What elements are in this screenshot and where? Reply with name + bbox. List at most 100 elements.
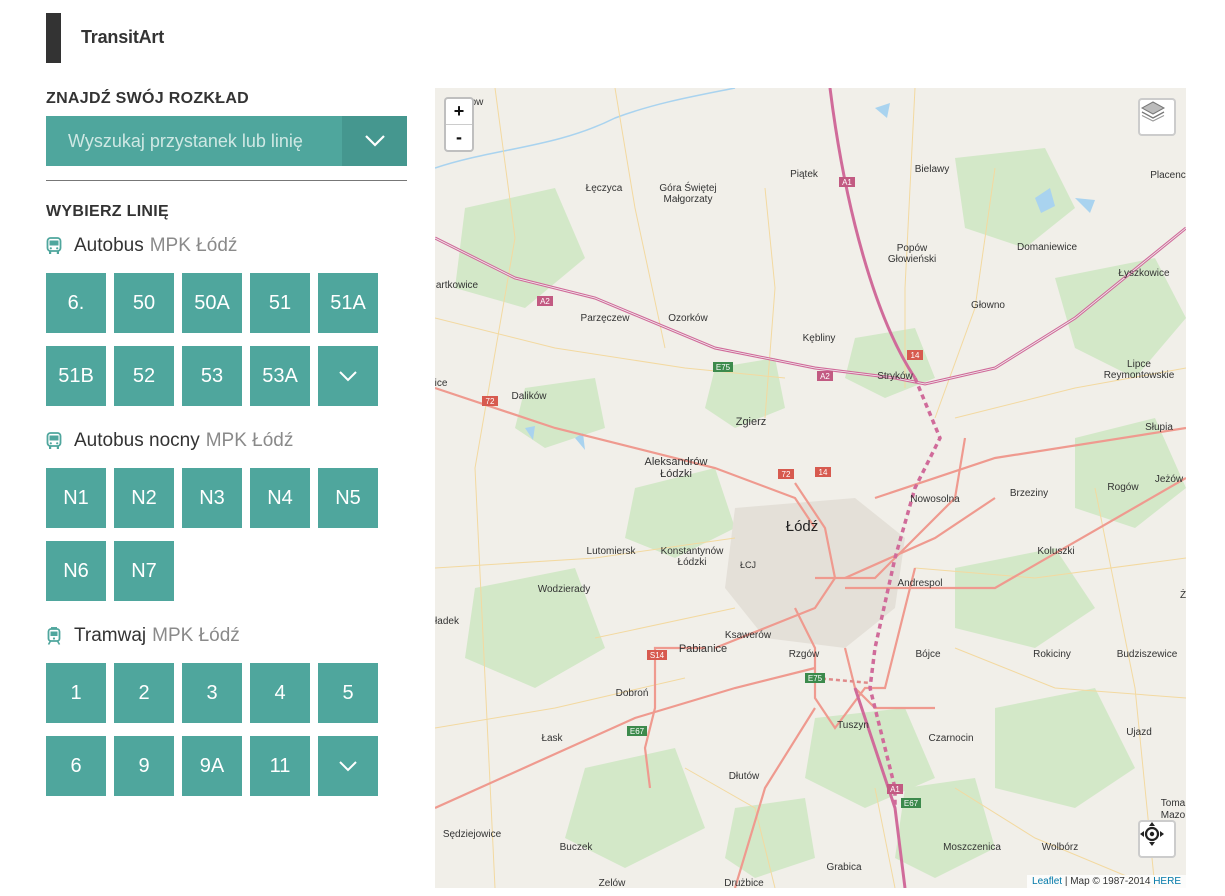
locate-button[interactable] bbox=[1138, 820, 1176, 858]
app-title[interactable]: TransitArt bbox=[81, 27, 164, 48]
map-label: Buczek bbox=[560, 842, 594, 853]
line-button[interactable]: N2 bbox=[114, 468, 174, 528]
map-label: Stryków bbox=[877, 371, 913, 382]
divider bbox=[46, 180, 407, 181]
map-label: Nowosolna bbox=[910, 494, 960, 505]
line-button[interactable]: 53A bbox=[250, 346, 310, 406]
line-button[interactable]: 11 bbox=[250, 736, 310, 796]
road-shield-label: A2 bbox=[540, 297, 550, 306]
line-button[interactable]: 51A bbox=[318, 273, 378, 333]
sidebar: ZNAJDŹ SWÓJ ROZKŁAD WYBIERZ LINIĘ Autobu… bbox=[46, 90, 407, 796]
line-button[interactable]: 6. bbox=[46, 273, 106, 333]
chevron-down-icon bbox=[364, 135, 385, 147]
line-button[interactable]: N6 bbox=[46, 541, 106, 601]
map-label: Łask bbox=[541, 733, 563, 744]
layers-button[interactable] bbox=[1138, 98, 1176, 136]
line-button[interactable]: 9A bbox=[182, 736, 242, 796]
map-label: Aleksandrów bbox=[645, 456, 708, 468]
map-label: Pabianice bbox=[679, 643, 727, 655]
map-label: Grabica bbox=[826, 862, 861, 873]
attribution-text: | Map © 1987-2014 bbox=[1062, 876, 1154, 887]
line-button[interactable]: 51 bbox=[250, 273, 310, 333]
road-shield-label: A1 bbox=[842, 178, 852, 187]
map-label: ładek bbox=[435, 616, 460, 627]
line-button[interactable]: 4 bbox=[250, 663, 310, 723]
map-label: Ż bbox=[1180, 588, 1186, 601]
map-label: Budziszewice bbox=[1117, 649, 1178, 660]
line-button[interactable]: 1 bbox=[46, 663, 106, 723]
here-link[interactable]: HERE bbox=[1153, 876, 1181, 887]
line-button[interactable]: 6 bbox=[46, 736, 106, 796]
stop-search bbox=[46, 116, 407, 166]
leaflet-link[interactable]: Leaflet bbox=[1032, 876, 1062, 887]
line-button[interactable]: N5 bbox=[318, 468, 378, 528]
map-label: Bielawy bbox=[915, 164, 949, 175]
line-button[interactable]: 53 bbox=[182, 346, 242, 406]
map-label-lodz: Łódź bbox=[786, 518, 819, 535]
road-shield-label: E67 bbox=[630, 727, 645, 736]
map-label: Piątek bbox=[790, 169, 819, 180]
line-button[interactable]: N4 bbox=[250, 468, 310, 528]
map-label: Andrespol bbox=[897, 578, 942, 589]
group-operator-label: MPK Łódź bbox=[149, 235, 238, 256]
map-label: Parzęczew bbox=[581, 313, 631, 324]
stop-search-input[interactable] bbox=[46, 116, 342, 166]
map-label: Wolbórz bbox=[1042, 842, 1079, 853]
search-section-title: ZNAJDŹ SWÓJ ROZKŁAD bbox=[46, 90, 250, 107]
zoom-in-button[interactable]: + bbox=[446, 99, 472, 125]
map-label: Słupia bbox=[1145, 422, 1173, 433]
road-shield-label: E75 bbox=[716, 363, 731, 372]
road-shield-label: 72 bbox=[486, 397, 495, 406]
crosshair-icon bbox=[1140, 822, 1164, 846]
road-shield-label: E67 bbox=[904, 799, 919, 808]
map-label: Małgorzaty bbox=[664, 194, 713, 205]
map-label: Góra Świętej bbox=[659, 181, 716, 194]
line-button[interactable]: 2 bbox=[114, 663, 174, 723]
line-button[interactable]: N3 bbox=[182, 468, 242, 528]
map-label: Zgierz bbox=[736, 416, 767, 428]
zoom-out-button[interactable]: - bbox=[446, 125, 472, 150]
map-label: Rogów bbox=[1107, 482, 1139, 493]
line-button[interactable]: 5 bbox=[318, 663, 378, 723]
map-label: Reymontowskie bbox=[1104, 370, 1175, 381]
map-label: Łódzki bbox=[678, 557, 707, 568]
line-grid-bus: 6. 50 50A 51 51A 51B 52 53 53A bbox=[46, 273, 407, 406]
show-more-lines-button[interactable] bbox=[318, 736, 378, 796]
map-label: Łódzki bbox=[660, 468, 692, 480]
road-shield-label: 14 bbox=[911, 351, 920, 360]
group-type-label: Autobus bbox=[74, 235, 144, 256]
show-more-lines-button[interactable] bbox=[318, 346, 378, 406]
map-label: Dalików bbox=[511, 391, 547, 402]
layers-icon bbox=[1140, 101, 1166, 122]
chevron-down-icon bbox=[339, 371, 357, 382]
map-label: Głowno bbox=[971, 300, 1005, 311]
line-button[interactable]: 50A bbox=[182, 273, 242, 333]
line-button[interactable]: 50 bbox=[114, 273, 174, 333]
map-label: Konstantynów bbox=[661, 546, 725, 557]
bus-icon bbox=[46, 237, 66, 255]
line-button[interactable]: N1 bbox=[46, 468, 106, 528]
line-grid-night-bus: N1 N2 N3 N4 N5 N6 N7 bbox=[46, 468, 407, 601]
map-label: Wodzierady bbox=[538, 584, 591, 595]
map-label: Głowieński bbox=[888, 254, 936, 265]
map-label: Zelów bbox=[599, 878, 626, 888]
group-header-bus: Autobus MPK Łódź bbox=[46, 235, 407, 257]
line-button[interactable]: N7 bbox=[114, 541, 174, 601]
road-shield-label: 72 bbox=[782, 470, 791, 479]
map[interactable]: A1 A2 A2 E75 E75 E67 E67 A1 S14 14 72 72… bbox=[435, 88, 1186, 888]
line-button[interactable]: 9 bbox=[114, 736, 174, 796]
map-canvas[interactable]: A1 A2 A2 E75 E75 E67 E67 A1 S14 14 72 72… bbox=[435, 88, 1186, 888]
road-shield-label: A2 bbox=[820, 372, 830, 381]
map-label: Dobroń bbox=[616, 688, 649, 699]
line-button[interactable]: 51B bbox=[46, 346, 106, 406]
map-label: Drużbice bbox=[724, 878, 764, 888]
map-label: Placenc bbox=[1150, 170, 1186, 181]
map-label: Domaniewice bbox=[1017, 242, 1077, 253]
search-dropdown-button[interactable] bbox=[342, 116, 407, 166]
line-button[interactable]: 52 bbox=[114, 346, 174, 406]
map-label: artkowice bbox=[436, 280, 479, 291]
map-label: Ozorków bbox=[668, 313, 708, 324]
map-attribution: Leaflet | Map © 1987-2014 HERE bbox=[1027, 875, 1186, 888]
line-button[interactable]: 3 bbox=[182, 663, 242, 723]
chevron-down-icon bbox=[339, 761, 357, 772]
